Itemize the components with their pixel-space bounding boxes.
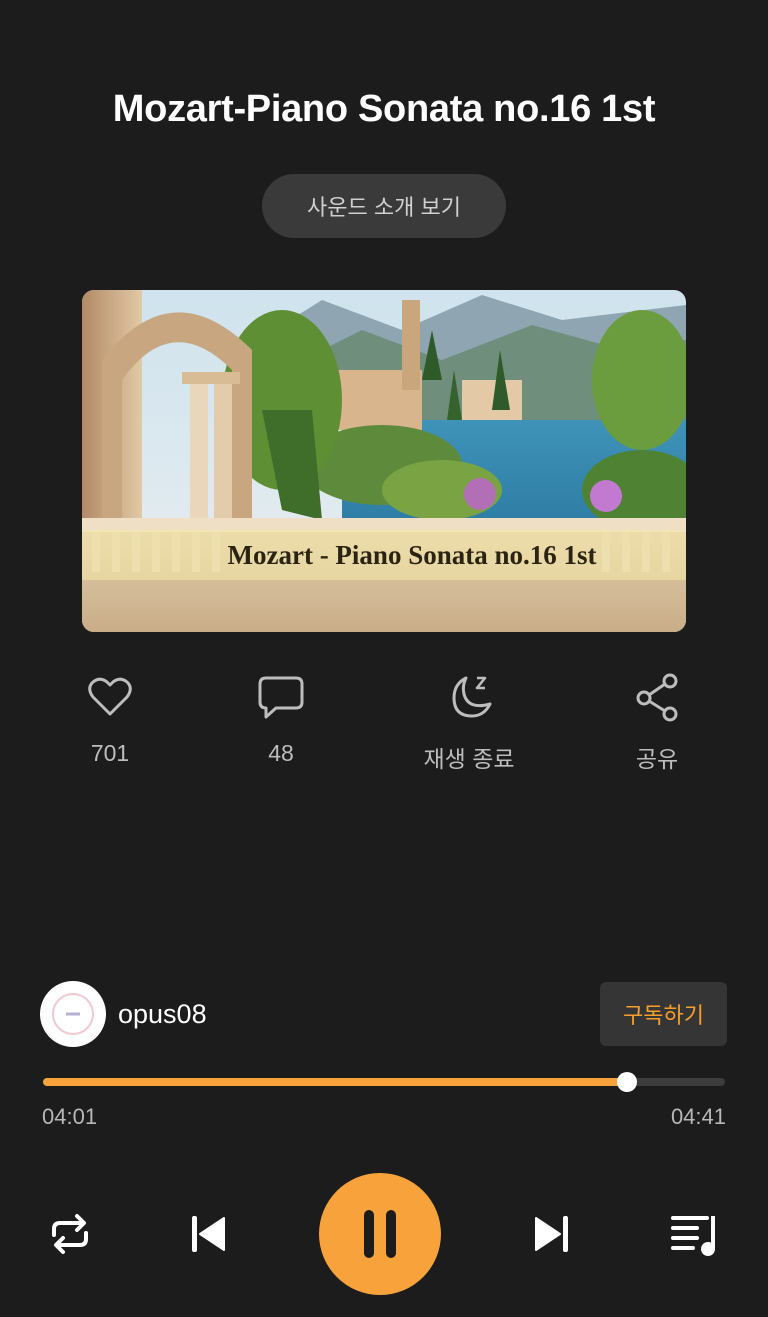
sound-intro-button[interactable]: 사운드 소개 보기 (262, 174, 506, 238)
next-button[interactable] (522, 1204, 582, 1264)
previous-icon (192, 1216, 225, 1252)
previous-button[interactable] (178, 1204, 238, 1264)
sleep-timer-icon (452, 676, 492, 718)
like-count: 701 (90, 740, 130, 766)
progress-fill (43, 1078, 628, 1086)
comment-icon (258, 676, 304, 719)
progress-bar[interactable] (43, 1072, 725, 1092)
sleep-timer-label: 재생 종료 (423, 746, 515, 772)
repeat-button[interactable] (40, 1204, 100, 1264)
subscribe-button[interactable]: 구독하기 (600, 982, 727, 1046)
playlist-icon (671, 1216, 715, 1256)
pause-button[interactable] (319, 1173, 441, 1295)
comment-action[interactable]: 48 (216, 672, 346, 767)
next-icon (535, 1216, 568, 1252)
cover-image: Mozart - Piano Sonata no.16 1st (82, 290, 686, 632)
comment-count: 48 (268, 740, 294, 766)
elapsed-time: 04:01 (42, 1104, 98, 1129)
share-icon (636, 673, 678, 722)
share-action[interactable]: 공유 (592, 672, 722, 774)
heart-icon (88, 677, 132, 716)
avatar[interactable] (40, 981, 106, 1047)
track-title: Mozart-Piano Sonata no.16 1st (112, 88, 656, 130)
total-time: 04:41 (670, 1104, 726, 1129)
like-action[interactable]: 701 (45, 672, 175, 767)
pause-icon (364, 1210, 396, 1258)
repeat-icon (52, 1214, 88, 1254)
share-label: 공유 (635, 746, 679, 772)
creator-name[interactable]: opus08 (118, 999, 207, 1030)
playlist-button[interactable] (664, 1204, 724, 1264)
progress-thumb[interactable] (617, 1072, 638, 1092)
creator-info: opus08 (40, 981, 207, 1047)
cover-caption: Mozart - Piano Sonata no.16 1st (228, 540, 597, 570)
sleep-timer-action[interactable]: 재생 종료 (404, 672, 534, 774)
